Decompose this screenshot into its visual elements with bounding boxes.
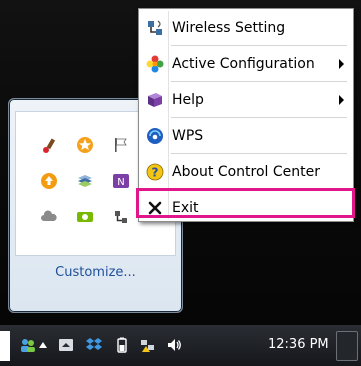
network-warning-icon[interactable] (140, 337, 156, 353)
taskbar: 12:36 PM (0, 325, 361, 366)
menu-item-label: Help (172, 92, 204, 108)
menu-item-help[interactable]: Help (142, 85, 350, 115)
network-cable-icon[interactable] (112, 208, 130, 226)
question-mark-icon: ? (146, 163, 164, 181)
menu-separator (171, 117, 347, 118)
submenu-arrow-icon (339, 59, 344, 69)
show-desktop-button[interactable] (336, 331, 358, 361)
wps-globe-icon (147, 128, 163, 144)
menu-item-wps[interactable]: WPS (142, 121, 350, 151)
menu-item-label: Active Configuration (172, 56, 315, 72)
exit-highlight-box (136, 188, 355, 218)
customize-link[interactable]: Customize... (9, 265, 182, 280)
dropbox-icon[interactable] (86, 337, 102, 353)
colorful-flower-icon (146, 55, 164, 73)
star-badge-icon[interactable] (76, 136, 94, 154)
speaker-volume-icon[interactable] (166, 337, 182, 353)
menu-item-label: Wireless Setting (172, 20, 286, 36)
battery-icon[interactable] (114, 337, 130, 353)
menu-item-wireless-setting[interactable]: Wireless Setting (142, 13, 350, 43)
nvidia-icon[interactable] (76, 208, 94, 226)
svg-text:N: N (117, 177, 124, 188)
menu-separator (171, 81, 347, 82)
onenote-icon[interactable]: N (112, 172, 130, 190)
menu-separator (171, 153, 347, 154)
update-arrow-icon[interactable] (40, 172, 58, 190)
svg-text:?: ? (152, 166, 159, 180)
tray-expand-icon[interactable] (58, 337, 74, 353)
people-icon[interactable] (20, 337, 36, 353)
flag-icon[interactable] (112, 136, 130, 154)
notebook-icon[interactable] (76, 172, 94, 190)
book-icon (148, 93, 162, 107)
cloud-icon[interactable] (40, 208, 58, 226)
network-cable-icon (148, 20, 162, 35)
menu-item-label: About Control Center (172, 164, 321, 180)
show-hidden-icons-arrow-icon[interactable] (38, 337, 48, 353)
taskbar-window-edge (0, 331, 10, 361)
submenu-arrow-icon (339, 95, 344, 105)
menu-separator (171, 45, 347, 46)
taskbar-clock[interactable]: 12:36 PM (268, 337, 329, 352)
paint-brush-icon[interactable] (40, 136, 58, 154)
menu-item-about-control-center[interactable]: ? About Control Center (142, 157, 350, 187)
menu-item-label: WPS (172, 128, 204, 144)
menu-item-active-configuration[interactable]: Active Configuration (142, 49, 350, 79)
